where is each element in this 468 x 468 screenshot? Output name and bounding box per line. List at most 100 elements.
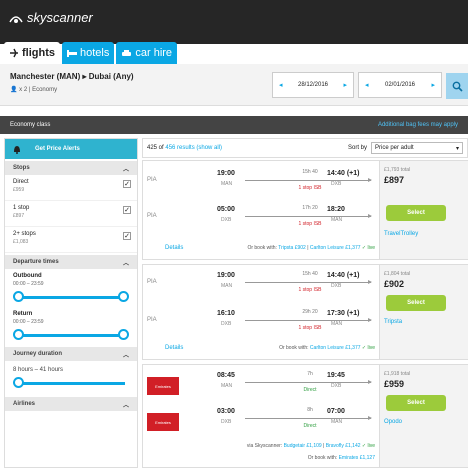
tab-label: hotels — [80, 47, 110, 59]
next-arrow-icon[interactable]: ▸ — [343, 81, 347, 89]
stop-filter-1-stop[interactable]: 1 stop £897 ✓ — [5, 201, 137, 227]
price: £902 — [384, 279, 405, 289]
slider-track[interactable] — [19, 382, 125, 385]
person-icon: 👤 — [10, 87, 18, 93]
return-slider: Return 00:00 – 23:59 — [5, 307, 137, 345]
provider-link[interactable]: Opodo — [384, 419, 402, 425]
duration-slider: 8 hours – 41 hours — [5, 361, 137, 395]
result-card[interactable]: PIA 19:00 MAN 15h 40 1 stop ISB 14:40 (+… — [142, 264, 468, 360]
emirates-logo: Emirates — [147, 413, 179, 431]
next-arrow-icon[interactable]: ▸ — [431, 81, 435, 89]
alt-provider-link[interactable]: Tripsta £902 — [278, 245, 306, 251]
outbound-leg: PIA 19:00 MAN 15h 40 1 stop ISB 14:40 (+… — [143, 267, 379, 303]
slider-handle-min[interactable] — [13, 329, 24, 340]
return-leg: PIA 05:00 DXB 17h 20 1 stop ISB 18:20 MA… — [143, 201, 379, 237]
slider-handle-max[interactable] — [118, 291, 129, 302]
price-column: £1,804 total £902 Select Tripsta — [379, 265, 468, 359]
slider-handle-max[interactable] — [118, 329, 129, 340]
filter-sidebar: Get Price Alerts Stops ︿ Direct £959 ✓ 1 … — [4, 138, 138, 468]
select-button[interactable]: Select — [386, 295, 446, 311]
tab-label: car hire — [135, 47, 173, 59]
prev-arrow-icon[interactable]: ◂ — [365, 81, 369, 89]
slider-track[interactable] — [19, 334, 125, 337]
search-button[interactable] — [446, 73, 468, 99]
checkbox[interactable]: ✓ — [123, 180, 131, 188]
outbound-leg: PIA 19:00 MAN 15h 40 1 stop ISB 14:40 (+… — [143, 165, 379, 201]
price-column: £1,918 total £959 Select Opodo — [379, 365, 468, 467]
chevron-up-icon: ︿ — [122, 166, 129, 173]
select-button[interactable]: Select — [386, 395, 446, 411]
slider-handle-min[interactable] — [13, 291, 24, 302]
price: £897 — [384, 175, 405, 185]
top-bar: skyscanner — [0, 0, 468, 44]
journey-duration-header[interactable]: Journey duration ︿ — [5, 347, 137, 361]
alt-provider-link[interactable]: Bravofly £1,142 — [326, 443, 361, 449]
stop-filter-2-stops[interactable]: 2+ stops £1,083 ✓ — [5, 227, 137, 253]
live-badge: ✓ live — [361, 345, 375, 351]
provider-link[interactable]: Tripsta — [384, 319, 402, 325]
flight-line — [245, 178, 372, 182]
alt-provider-link[interactable]: Carlton Leisure £1,377 — [310, 345, 361, 351]
departure-times-header[interactable]: Departure times ︿ — [5, 255, 137, 269]
airlines-header[interactable]: Airlines ︿ — [5, 397, 137, 411]
tab-car-hire[interactable]: car hire — [116, 42, 178, 64]
results-count: 425 of 456 results (show all) — [147, 145, 223, 151]
price-alerts-button[interactable]: Get Price Alerts — [5, 139, 137, 159]
sort-label: Sort by — [347, 145, 367, 151]
tab-flights[interactable]: flights — [4, 42, 60, 64]
alt-provider-link[interactable]: Budgetair £1,109 — [284, 443, 322, 449]
result-card[interactable]: PIA 19:00 MAN 15h 40 1 stop ISB 14:40 (+… — [142, 160, 468, 260]
flight-line — [245, 416, 372, 420]
price: £959 — [384, 379, 405, 389]
bell-icon — [14, 145, 20, 154]
tab-label: flights — [22, 47, 55, 59]
result-card[interactable]: Emirates 08:45 MAN 7h Direct 19:45 DXB E… — [142, 364, 468, 468]
checkbox[interactable]: ✓ — [123, 206, 131, 214]
sort-select[interactable]: Price per adult ▾ — [371, 142, 463, 154]
stop-filter-direct[interactable]: Direct £959 ✓ — [5, 175, 137, 201]
prev-arrow-icon[interactable]: ◂ — [279, 81, 283, 89]
chevron-up-icon: ︿ — [122, 352, 129, 359]
depart-date-picker[interactable]: ◂ 28/12/2016 ▸ — [272, 72, 354, 98]
search-icon — [452, 81, 463, 92]
outbound-slider: Outbound 00:00 – 23:59 — [5, 269, 137, 307]
tab-hotels[interactable]: hotels — [62, 42, 115, 64]
return-leg: PIA 16:10 DXB 29h 20 1 stop ISB 17:30 (+… — [143, 305, 379, 341]
stops-header[interactable]: Stops ︿ — [5, 161, 137, 175]
flight-line — [245, 214, 372, 218]
provider-link[interactable]: TravelTrolley — [384, 231, 418, 237]
return-leg: Emirates 03:00 DXB 8h Direct 07:00 MAN — [143, 403, 379, 439]
details-link[interactable]: Details — [165, 345, 183, 351]
vertical-tabs: flights hotels car hire — [4, 42, 179, 64]
search-summary-bar: Manchester (MAN) ▸ Dubai (Any) 👤 x 2 | E… — [0, 64, 468, 106]
price-column: £1,793 total £897 Select TravelTrolley — [379, 161, 468, 259]
flight-line — [245, 380, 372, 384]
card-footer: Details Or book with: Tripsta £902 | Car… — [165, 245, 375, 251]
live-badge: ✓ live — [361, 245, 375, 251]
results-header: 425 of 456 results (show all) Sort by Pr… — [142, 138, 468, 158]
show-all-link[interactable]: 456 results (show all) — [165, 145, 222, 151]
slider-handle-min[interactable] — [13, 377, 24, 388]
details-link[interactable]: Details — [165, 245, 183, 251]
sunrise-icon — [9, 15, 23, 23]
results-panel: 425 of 456 results (show all) Sort by Pr… — [142, 138, 468, 468]
slider-track[interactable] — [19, 296, 125, 299]
bed-icon — [67, 50, 77, 57]
flight-line — [245, 318, 372, 322]
cabin-bar: Economy class Additional bag fees may ap… — [0, 116, 468, 134]
live-badge: ✓ live — [361, 443, 375, 449]
alt-provider-link[interactable]: Carlton Leisure £1,377 — [310, 245, 361, 251]
chevron-up-icon: ︿ — [122, 260, 129, 267]
chevron-up-icon: ︿ — [122, 402, 129, 409]
via-skyscanner-row: via Skyscanner: Budgetair £1,109 | Bravo… — [246, 443, 375, 449]
return-date-picker[interactable]: ◂ 02/01/2016 ▸ — [358, 72, 442, 98]
dropdown-arrow-icon: ▾ — [455, 145, 459, 152]
route-summary[interactable]: Manchester (MAN) ▸ Dubai (Any) — [10, 72, 134, 81]
bag-fees-link[interactable]: Additional bag fees may apply — [378, 122, 458, 128]
card-footer: Or book with: Emirates £1,127 — [307, 455, 375, 461]
skyscanner-logo[interactable]: skyscanner — [8, 10, 93, 25]
checkbox[interactable]: ✓ — [123, 232, 131, 240]
logo-text: skyscanner — [27, 10, 93, 25]
select-button[interactable]: Select — [386, 205, 446, 221]
alt-provider-link[interactable]: Emirates £1,127 — [339, 455, 375, 461]
